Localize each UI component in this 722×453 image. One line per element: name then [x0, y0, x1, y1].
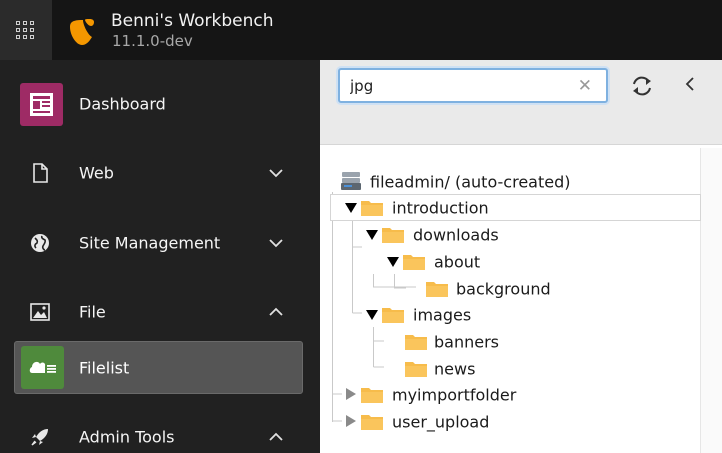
tree-node-banners[interactable]: banners: [385, 328, 695, 355]
folder-icon: [361, 415, 383, 430]
tree-node-label: about: [434, 252, 481, 271]
tree-node-about[interactable]: about: [385, 248, 695, 275]
storage-icon: [341, 172, 361, 190]
tree-node-label: downloads: [413, 225, 499, 244]
tree-node-news[interactable]: news: [385, 355, 695, 382]
tree-node-label: introduction: [392, 198, 489, 217]
sidebar-item-site-management[interactable]: Site Management: [0, 218, 320, 268]
sidebar-item-filelist[interactable]: Filelist: [14, 341, 303, 394]
tree-node-user-upload[interactable]: user_upload: [343, 408, 693, 435]
folder-icon: [382, 228, 404, 243]
dashboard-icon: [20, 83, 63, 126]
module-sidebar: Dashboard Web Site Management File Filel…: [0, 60, 320, 453]
sidebar-item-web[interactable]: Web: [0, 148, 320, 198]
expanded-triangle-icon[interactable]: [387, 256, 399, 268]
top-bar: Benni's Workbench 11.1.0-dev: [0, 0, 722, 60]
module-menu-toggle[interactable]: [0, 0, 52, 60]
tree-node-images[interactable]: images: [364, 301, 694, 328]
rocket-icon: [31, 429, 48, 446]
filelist-icon: [21, 346, 64, 389]
folder-icon: [361, 201, 383, 216]
tree-search-input[interactable]: [350, 75, 570, 97]
chevron-up-icon[interactable]: [268, 306, 284, 318]
site-version: 11.1.0-dev: [112, 32, 193, 50]
tree-node-label: background: [456, 279, 551, 298]
tree-node-background[interactable]: background: [406, 275, 696, 302]
tree-node-downloads[interactable]: downloads: [364, 221, 694, 248]
sidebar-item-dashboard[interactable]: Dashboard: [0, 79, 320, 129]
tree-node-label: myimportfolder: [392, 385, 517, 404]
chevron-up-icon[interactable]: [268, 431, 284, 443]
sidebar-item-label: Admin Tools: [79, 427, 175, 447]
chevron-down-icon[interactable]: [268, 167, 284, 179]
tree-node-label: images: [413, 305, 472, 324]
image-icon: [30, 303, 50, 321]
tree-root[interactable]: fileadmin/ (auto-created): [338, 168, 698, 195]
tree-node-myimportfolder[interactable]: myimportfolder: [343, 381, 693, 408]
expanded-triangle-icon[interactable]: [366, 229, 378, 241]
sidebar-item-label: File: [79, 302, 106, 322]
typo3-logo-icon[interactable]: [66, 15, 98, 47]
folder-icon: [426, 282, 448, 297]
tree-node-label: news: [434, 359, 476, 378]
expanded-triangle-icon[interactable]: [345, 202, 357, 214]
tree-toolbar: ✕: [320, 60, 722, 145]
tree-node-label: banners: [434, 332, 499, 351]
sidebar-item-label: Web: [79, 163, 114, 183]
site-name: Benni's Workbench: [111, 11, 274, 31]
tree-node-label: user_upload: [392, 412, 490, 431]
tree-node-label: fileadmin/ (auto-created): [370, 172, 571, 191]
sidebar-item-admin-tools[interactable]: Admin Tools: [0, 412, 320, 453]
sidebar-item-label: Site Management: [79, 233, 221, 253]
tree-scrollbar[interactable]: [700, 148, 722, 453]
folder-icon: [361, 388, 383, 403]
folder-icon: [405, 335, 427, 350]
folder-icon: [405, 362, 427, 377]
folder-icon: [403, 255, 425, 270]
clear-search-icon[interactable]: ✕: [578, 76, 592, 96]
refresh-icon[interactable]: [628, 72, 656, 100]
collapsed-triangle-icon[interactable]: [345, 415, 357, 427]
sidebar-item-file[interactable]: File: [0, 287, 320, 337]
sidebar-item-label: Filelist: [79, 358, 130, 377]
grid-menu-icon: [16, 21, 36, 41]
sidebar-item-label: Dashboard: [79, 94, 166, 114]
expanded-triangle-icon[interactable]: [366, 309, 378, 321]
chevron-down-icon[interactable]: [268, 237, 284, 249]
page-icon: [33, 163, 48, 183]
globe-icon: [31, 234, 49, 252]
tree-search-box[interactable]: ✕: [338, 68, 608, 103]
chevron-left-icon[interactable]: [682, 74, 698, 94]
folder-icon: [382, 308, 404, 323]
tree-node-introduction[interactable]: introduction: [343, 194, 693, 221]
collapsed-triangle-icon[interactable]: [345, 388, 357, 400]
